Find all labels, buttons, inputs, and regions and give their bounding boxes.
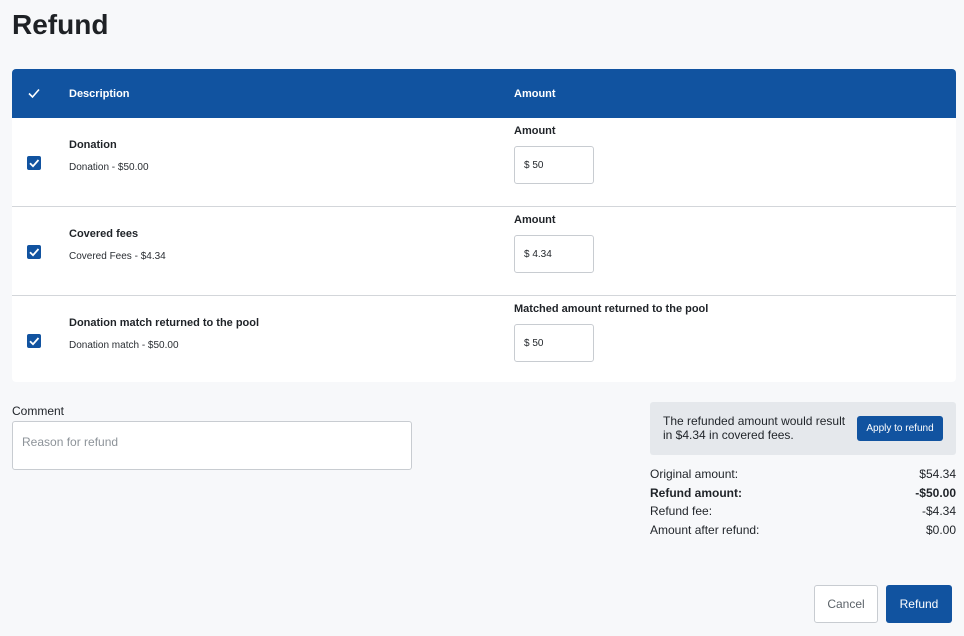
row-title: Donation match returned to the pool xyxy=(69,317,260,329)
table-row-donation: Donation Donation - $50.00 Amount $ 50 xyxy=(12,118,956,207)
comment-label: Comment xyxy=(12,404,65,418)
summary-value: $54.34 xyxy=(919,467,956,481)
row-checkbox[interactable] xyxy=(27,156,41,170)
summary-label: Amount after refund: xyxy=(650,522,760,537)
summary-label: Original amount: xyxy=(650,467,739,481)
row-title: Donation xyxy=(69,139,117,151)
covered-fee-notice: The refunded amount would result in $4.3… xyxy=(650,402,956,455)
cancel-button[interactable]: Cancel xyxy=(814,585,878,623)
amount-input[interactable]: $ 50 xyxy=(514,146,594,184)
amount-input[interactable]: $ 50 xyxy=(514,324,594,362)
apply-to-refund-button[interactable]: Apply to refund xyxy=(857,416,943,441)
row-subtitle: Donation - $50.00 xyxy=(69,162,149,173)
refund-button[interactable]: Refund xyxy=(886,585,952,623)
summary-row-original: Original amount: $54.34 xyxy=(650,466,956,485)
amount-input[interactable]: $ 4.34 xyxy=(514,235,594,273)
column-header-amount: Amount xyxy=(514,88,556,100)
summary-value: $0.00 xyxy=(925,522,956,537)
summary-row-refund-fee: Refund fee: -$4.34 xyxy=(650,503,956,522)
check-icon xyxy=(29,248,40,257)
table-header: Description Amount xyxy=(12,69,956,118)
amount-label: Amount xyxy=(514,125,556,137)
comment-field[interactable]: Reason for refund xyxy=(12,421,412,470)
check-icon xyxy=(29,337,40,346)
check-icon xyxy=(29,159,40,168)
summary-value: -$50.00 xyxy=(915,485,956,500)
select-all-checkbox[interactable] xyxy=(27,86,41,100)
row-subtitle: Covered Fees - $4.34 xyxy=(69,251,166,262)
check-icon xyxy=(28,88,40,99)
amount-label: Amount xyxy=(514,214,556,226)
table-row-donation-match: Donation match returned to the pool Dona… xyxy=(12,296,956,382)
fee-notice-text: The refunded amount would result in $4.3… xyxy=(663,414,846,442)
amount-label: Matched amount returned to the pool xyxy=(514,303,709,315)
row-checkbox[interactable] xyxy=(27,245,41,259)
column-header-description: Description xyxy=(69,88,130,100)
summary-label: Refund fee: xyxy=(650,504,713,518)
summary-row-after-refund: Amount after refund: $0.00 xyxy=(650,522,956,541)
row-subtitle: Donation match - $50.00 xyxy=(69,340,179,351)
summary-label: Refund amount: xyxy=(650,485,742,500)
table-row-covered-fees: Covered fees Covered Fees - $4.34 Amount… xyxy=(12,207,956,296)
row-title: Covered fees xyxy=(69,228,139,240)
row-checkbox[interactable] xyxy=(27,334,41,348)
summary-row-refund-amount: Refund amount: -$50.00 xyxy=(650,485,956,504)
summary-value: -$4.34 xyxy=(921,504,956,518)
refund-items-table: Description Amount Donation Donation - $… xyxy=(12,69,956,382)
refund-summary: Original amount: $54.34 Refund amount: -… xyxy=(650,466,956,540)
page-title: Refund xyxy=(12,9,109,40)
